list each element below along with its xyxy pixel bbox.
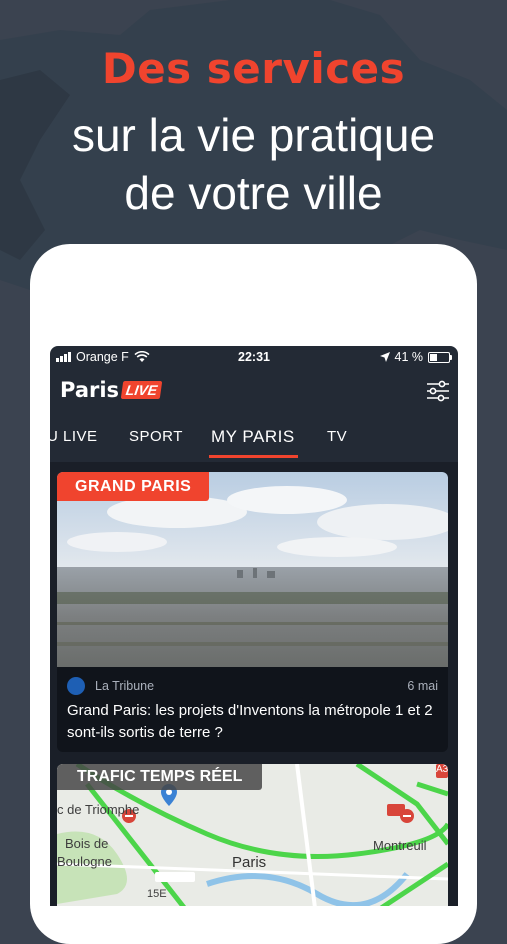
source-name: La Tribune <box>95 679 155 693</box>
traffic-map-card[interactable]: TRAFIC TEMPS RÉEL c de Triomphe Bois de … <box>57 764 448 906</box>
map-label-montreuil: Montreuil <box>373 838 427 853</box>
tab-live[interactable]: U LIVE <box>50 428 98 445</box>
article-source-row: La Tribune 6 mai <box>67 677 438 695</box>
battery-icon <box>428 351 452 363</box>
map-label-paris: Paris <box>232 854 267 871</box>
article-title: Grand Paris: les projets d'Inventons la … <box>67 702 433 741</box>
map-label-15e: 15E <box>147 888 167 900</box>
map-label-arc: c de Triomphe <box>57 802 140 817</box>
headline-accent: Des services <box>101 44 406 93</box>
category-badge: GRAND PARIS <box>57 472 210 501</box>
news-feed: GRAND PARIS La Tribune 6 mai Grand Paris… <box>50 462 458 906</box>
headline-line-3: de votre ville <box>124 167 383 219</box>
tab-sport[interactable]: SPORT <box>129 428 183 445</box>
app-screen: Orange F 22:31 41 % Paris LIVE U LIVE SP… <box>50 346 458 906</box>
section-tabs: U LIVE SPORT MY PARIS TV <box>50 422 458 460</box>
active-tab-indicator <box>209 455 298 458</box>
logo-text: Paris <box>60 378 120 402</box>
article-card[interactable]: GRAND PARIS La Tribune 6 mai Grand Paris… <box>57 472 448 752</box>
traffic-badge: TRAFIC TEMPS RÉEL <box>57 764 263 790</box>
logo-badge: LIVE <box>120 381 163 399</box>
battery-percent: 41 % <box>394 350 424 364</box>
location-arrow-icon <box>379 352 390 362</box>
tab-my-paris[interactable]: MY PARIS <box>211 427 295 447</box>
battery-level <box>430 353 437 361</box>
status-bar: Orange F 22:31 41 % <box>50 346 458 368</box>
app-header: Paris LIVE <box>50 368 458 418</box>
tab-tv[interactable]: TV <box>327 428 347 445</box>
article-image <box>57 472 448 667</box>
map-label-bois-1: Bois de <box>65 836 109 851</box>
article-date: 6 mai <box>407 679 438 693</box>
sliders-icon[interactable] <box>426 380 450 402</box>
map-label-a3: A3 <box>436 764 448 775</box>
source-logo-icon <box>67 677 85 695</box>
headline-line-2: sur la vie pratique <box>71 109 436 161</box>
app-logo[interactable]: Paris LIVE <box>60 378 163 402</box>
map-label-bois-2: Boulogne <box>57 854 112 869</box>
